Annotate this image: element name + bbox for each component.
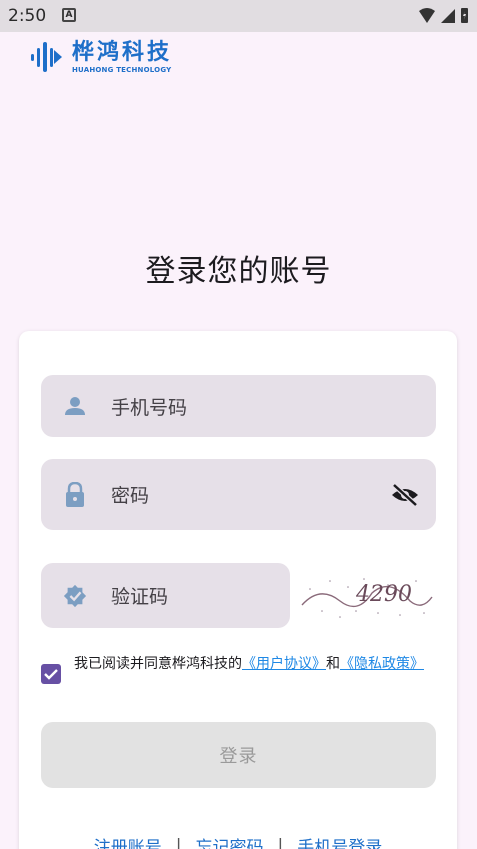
captcha-field[interactable]: 验证码 xyxy=(41,563,290,628)
page-title: 登录您的账号 xyxy=(145,254,332,289)
login-button[interactable]: 登录 xyxy=(41,722,436,788)
login-card: 手机号码 密码 验证码 4290 我已阅读并同意桦鸿科技的《用户协议》和《隐私政… xyxy=(19,331,457,849)
lock-icon xyxy=(63,481,87,507)
privacy-policy-link[interactable]: 《隐私政策》 xyxy=(340,656,424,672)
bottom-links: 注册账号 | 忘记密码 | 手机号登录 xyxy=(19,833,457,849)
user-agreement-link[interactable]: 《用户协议》 xyxy=(242,656,326,672)
code-placeholder: 验证码 xyxy=(111,586,169,608)
logo-mark-icon xyxy=(31,42,62,72)
agreement-prefix: 我已阅读并同意桦鸿科技的 xyxy=(74,656,242,672)
verified-badge-icon xyxy=(63,584,87,608)
agreement-text: 我已阅读并同意桦鸿科技的《用户协议》和《隐私政策》 xyxy=(74,654,434,675)
brand-logo: 桦鸿科技 HUAHONG TECHNOLOGY xyxy=(30,40,172,74)
person-icon xyxy=(63,394,87,418)
link-separator: | xyxy=(277,835,284,849)
phone-placeholder: 手机号码 xyxy=(111,396,188,419)
system-icons xyxy=(418,7,469,24)
check-icon xyxy=(44,669,58,680)
status-time: 2:50 xyxy=(8,6,47,26)
agreement-connector: 和 xyxy=(326,656,340,672)
brand-text: 桦鸿科技 HUAHONG TECHNOLOGY xyxy=(72,39,173,74)
password-field[interactable]: 密码 xyxy=(41,459,436,530)
password-placeholder: 密码 xyxy=(111,485,150,507)
register-link[interactable]: 注册账号 xyxy=(94,833,162,849)
link-separator: | xyxy=(175,835,182,849)
brand-name-cn: 桦鸿科技 xyxy=(72,39,173,65)
forgot-password-link[interactable]: 忘记密码 xyxy=(196,833,264,849)
phone-login-link[interactable]: 手机号登录 xyxy=(297,833,382,849)
signal-icon xyxy=(441,8,455,23)
notification-icon: A xyxy=(62,8,76,22)
visibility-off-icon[interactable] xyxy=(390,480,420,510)
wifi-icon xyxy=(419,7,435,23)
phone-field[interactable]: 手机号码 xyxy=(41,375,436,437)
captcha-text: 4290 xyxy=(355,582,412,607)
brand-name-en: HUAHONG TECHNOLOGY xyxy=(72,65,172,74)
agreement-checkbox[interactable] xyxy=(41,664,61,684)
captcha-image[interactable]: 4290 xyxy=(300,567,434,623)
status-bar: 2:50 A xyxy=(0,0,477,32)
battery-icon xyxy=(461,8,468,23)
